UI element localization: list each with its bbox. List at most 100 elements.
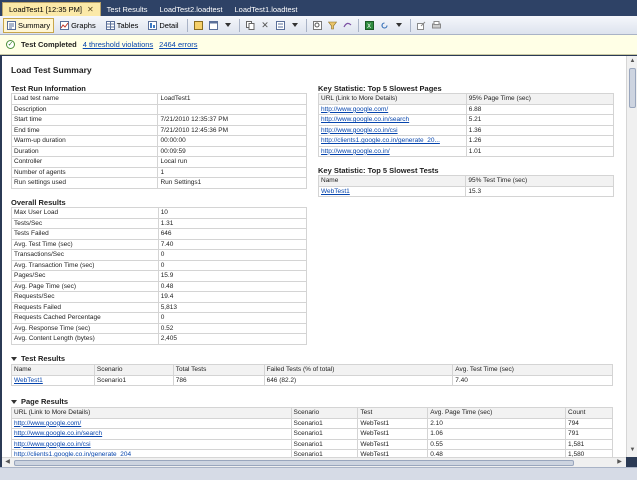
table-cell: Scenario1	[290, 438, 359, 450]
table-cell: 0	[157, 249, 308, 261]
toolbar-separator	[305, 18, 307, 32]
table-cell: 19.4	[157, 291, 308, 303]
graphs-button[interactable]: Graphs	[56, 18, 100, 33]
column-header: Test	[357, 407, 429, 419]
scrollbar-thumb[interactable]	[629, 68, 636, 108]
table-row: Max User Load 10	[11, 207, 308, 219]
table-cell: Max User Load	[11, 207, 159, 219]
table-cell: Local run	[157, 156, 307, 168]
doc-tab-label: LoadTest1.loadtest	[234, 4, 298, 14]
table-cell: http://www.google.com/	[318, 103, 467, 115]
zoom-button[interactable]	[311, 19, 324, 32]
detail-link[interactable]: http://www.google.com/	[321, 106, 388, 113]
table-cell: http://www.google.co.in/search	[318, 114, 467, 126]
copy-button[interactable]	[244, 19, 257, 32]
table-row: Avg. Transaction Time (sec) 0	[11, 259, 308, 271]
list-button[interactable]	[274, 19, 287, 32]
table-cell: 7.40	[452, 374, 613, 386]
table-cell: 0	[157, 259, 308, 271]
dropdown-button[interactable]	[222, 19, 235, 32]
test-results-section-toggle[interactable]: Test Results	[11, 354, 65, 363]
tables-button[interactable]: Tables	[102, 18, 143, 33]
table-cell: http://www.google.co.in/search	[11, 428, 292, 440]
scroll-left-icon[interactable]: ◀	[3, 458, 12, 467]
detail-link[interactable]: http://www.google.co.in/csi	[14, 441, 91, 448]
detail-link[interactable]: http://www.google.co.in/csi	[321, 127, 398, 134]
test-status-bar: ✓ Test Completed 4 threshold violations …	[0, 35, 637, 55]
detail-link[interactable]: http://www.google.co.in/	[321, 148, 390, 155]
doc-tab-test-results[interactable]: Test Results	[101, 2, 154, 16]
scroll-up-icon[interactable]: ▲	[628, 57, 637, 66]
horizontal-scrollbar[interactable]: ◀ ▶	[2, 457, 626, 467]
tables-button-label: Tables	[116, 20, 139, 30]
page-results-section-toggle[interactable]: Page Results	[11, 397, 68, 406]
page-title: Load Test Summary	[11, 65, 92, 75]
scroll-down-icon[interactable]: ▼	[628, 446, 637, 455]
refresh-button[interactable]	[378, 19, 391, 32]
detail-link[interactable]: http://clients1.google.co.in/generate_20…	[321, 137, 440, 144]
detail-link[interactable]: WebTest1	[14, 377, 43, 384]
table-cell: WebTest1	[317, 185, 467, 197]
close-icon[interactable]: ✕	[87, 5, 94, 14]
column-header: 95% Test Time (sec)	[465, 175, 614, 187]
table-cell: 1	[157, 166, 307, 178]
filter-button[interactable]	[326, 19, 339, 32]
test-results-table: Name Scenario Total Tests Failed Tests (% o…	[11, 364, 613, 386]
table-cell: End time	[10, 124, 159, 136]
table-cell: WebTest1	[357, 417, 429, 429]
table-cell: 0.48	[157, 280, 308, 292]
scrollbar-thumb[interactable]	[14, 460, 574, 466]
table-cell: http://www.google.co.in/	[318, 145, 467, 157]
detail-link[interactable]: http://www.google.co.in/search	[321, 116, 409, 123]
table-cell: WebTest1	[357, 449, 429, 457]
table-cell	[157, 103, 307, 115]
options-dropdown[interactable]	[289, 19, 302, 32]
table-row: Avg. Page Time (sec) 0.48	[11, 280, 308, 292]
vertical-scrollbar[interactable]: ▲ ▼	[626, 56, 637, 457]
panel-button[interactable]	[207, 19, 220, 32]
excel-icon: X	[364, 20, 374, 30]
detail-link[interactable]: http://www.google.co.in/search	[14, 430, 102, 437]
errors-link[interactable]: 2464 errors	[159, 40, 197, 49]
bottom-panel-edge	[0, 467, 637, 480]
table-row: http://www.google.com/6.88	[318, 103, 615, 115]
delete-button[interactable]: ✕	[259, 19, 272, 32]
table-row: End time 7/21/2010 12:45:36 PM	[10, 124, 307, 136]
column-header: URL (Link to More Details)	[318, 93, 467, 105]
table-cell: 7/21/2010 12:35:37 PM	[157, 114, 307, 126]
table-cell: 10	[157, 207, 308, 219]
doc-tab-loadtest1-results[interactable]: LoadTest1 [12:35 PM] ✕	[2, 2, 101, 16]
table-row: http://www.google.co.in/csi 1.36	[318, 124, 615, 136]
list-icon	[275, 20, 285, 30]
print-button[interactable]	[430, 19, 443, 32]
layout-button[interactable]	[192, 19, 205, 32]
copy-icon	[245, 20, 255, 30]
table-row: Start time 7/21/2010 12:35:37 PM	[10, 114, 307, 126]
detail-link[interactable]: http://www.google.com/	[14, 420, 81, 427]
table-cell: Scenario1	[93, 374, 174, 386]
threshold-violations-link[interactable]: 4 threshold violations	[83, 40, 153, 49]
doc-tab-loadtest1[interactable]: LoadTest1.loadtest	[229, 2, 304, 16]
table-cell: 2,405	[157, 333, 308, 345]
summary-report: Load Test Summary Test Run Information L…	[2, 56, 626, 457]
excel-button[interactable]: X	[363, 19, 376, 32]
table-cell: Pages/Sec	[11, 270, 159, 282]
detail-button[interactable]: Detail	[144, 18, 182, 33]
table-cell: Scenario1	[290, 449, 359, 457]
link-button[interactable]	[341, 19, 354, 32]
doc-tab-loadtest2[interactable]: LoadTest2.loadtest	[154, 2, 229, 16]
doc-tab-label: LoadTest2.loadtest	[159, 4, 223, 14]
print-icon	[431, 20, 441, 28]
column-header: Avg. Page Time (sec)	[427, 407, 567, 419]
detail-icon	[148, 20, 158, 30]
summary-button[interactable]: Summary	[3, 17, 55, 33]
table-cell: Start time	[10, 114, 159, 126]
table-cell: 1.36	[465, 124, 615, 136]
scroll-right-icon[interactable]: ▶	[615, 458, 624, 467]
more-dropdown[interactable]	[393, 19, 406, 32]
table-cell: Number of agents	[10, 166, 159, 178]
detail-link[interactable]: WebTest1	[321, 188, 350, 195]
chevron-down-icon	[292, 23, 299, 27]
export-button[interactable]	[415, 19, 428, 32]
table-row: Pages/Sec 15.9	[11, 270, 308, 282]
